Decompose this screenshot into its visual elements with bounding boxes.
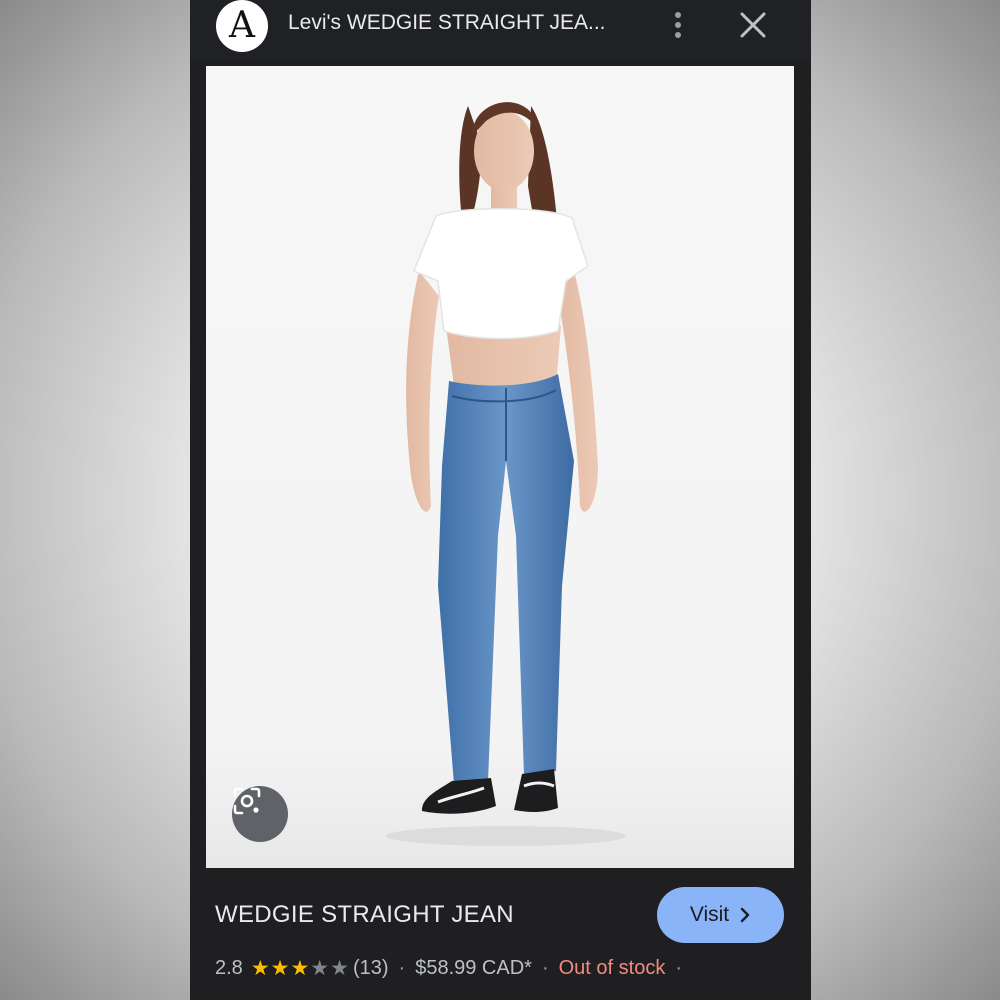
price: $58.99 CAD*	[415, 956, 532, 979]
visit-button[interactable]: Visit	[657, 887, 784, 943]
stock-status: Out of stock	[558, 956, 666, 979]
product-name: WEDGIE STRAIGHT JEAN	[215, 901, 514, 928]
logo-letter: A	[229, 5, 255, 46]
separator: ·	[541, 956, 549, 979]
site-logo[interactable]: A	[216, 0, 268, 52]
star-icon: ★	[310, 956, 330, 980]
star-icon: ★	[290, 956, 310, 980]
review-count[interactable]: (13)	[353, 957, 389, 980]
rating-value: 2.8	[215, 956, 243, 979]
model-illustration	[386, 102, 626, 846]
image-viewer-panel: A Levi's WEDGIE STRAIGHT JEA... WEDGIE S…	[190, 0, 811, 1000]
rating-stars: ★ ★ ★ ★ ★	[251, 958, 349, 979]
more-vert-icon[interactable]	[667, 10, 689, 40]
product-image[interactable]	[206, 66, 794, 868]
page-title[interactable]: Levi's WEDGIE STRAIGHT JEA...	[288, 11, 668, 35]
lens-search-icon[interactable]	[232, 786, 288, 842]
close-icon[interactable]	[738, 10, 768, 40]
star-icon: ★	[330, 956, 349, 980]
product-meta-row: 2.8 ★ ★ ★ ★ ★ (13) · $58.99 CAD* · Out of st…	[215, 955, 692, 981]
star-icon: ★	[270, 956, 290, 980]
chevron-right-icon	[740, 907, 750, 923]
top-bar: A Levi's WEDGIE STRAIGHT JEA...	[190, 0, 811, 62]
visit-label: Visit	[689, 903, 730, 926]
separator: ·	[398, 956, 406, 979]
separator: ·	[675, 956, 683, 979]
star-icon: ★	[250, 956, 270, 980]
